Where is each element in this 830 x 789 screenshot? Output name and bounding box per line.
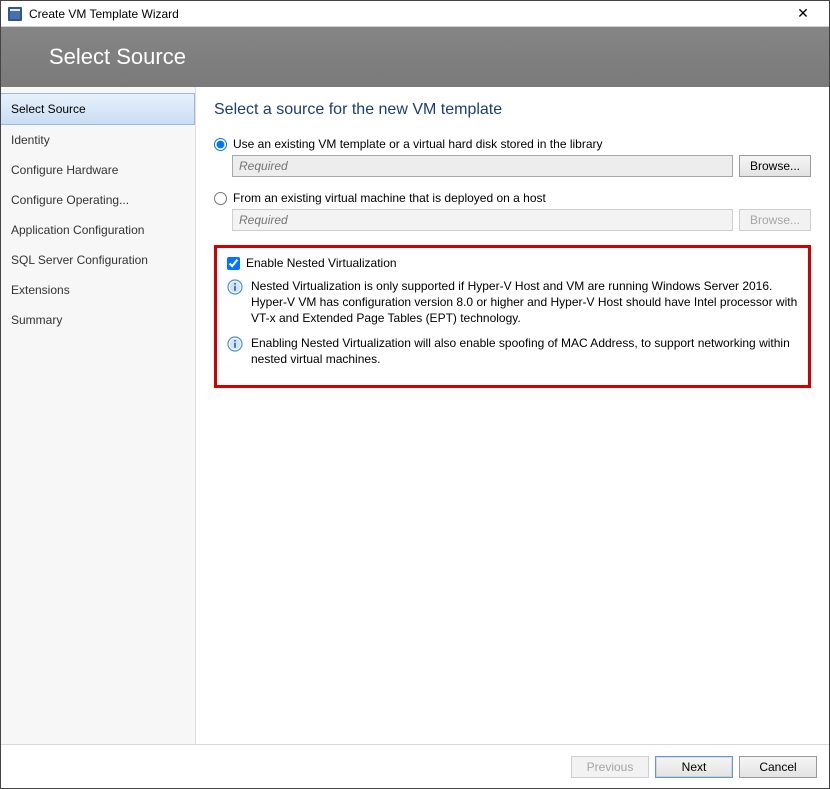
window-title: Create VM Template Wizard <box>29 7 783 21</box>
existing-template-field[interactable] <box>232 155 733 177</box>
sidebar-item-label: Extensions <box>11 283 70 297</box>
sidebar-item-application-configuration[interactable]: Application Configuration <box>1 215 195 245</box>
footer: Previous Next Cancel <box>1 744 829 788</box>
previous-button: Previous <box>571 756 649 778</box>
nested-info-2-text: Enabling Nested Virtualization will also… <box>251 335 798 367</box>
enable-nested-label: Enable Nested Virtualization <box>246 256 397 270</box>
titlebar: Create VM Template Wizard ✕ <box>1 1 829 27</box>
sidebar-item-label: Configure Hardware <box>11 163 118 177</box>
sidebar-item-configure-operating[interactable]: Configure Operating... <box>1 185 195 215</box>
radio-existing-vm[interactable] <box>214 192 227 205</box>
sidebar-item-configure-hardware[interactable]: Configure Hardware <box>1 155 195 185</box>
nested-virtualization-section: Enable Nested Virtualization Nested Virt… <box>214 245 811 388</box>
sidebar: Select Source Identity Configure Hardwar… <box>1 87 196 744</box>
next-button[interactable]: Next <box>655 756 733 778</box>
nested-info-1: Nested Virtualization is only supported … <box>227 278 798 327</box>
sidebar-item-label: Configure Operating... <box>11 193 129 207</box>
close-button[interactable]: ✕ <box>783 5 823 22</box>
sidebar-item-label: Select Source <box>11 102 86 116</box>
browse-vm-button: Browse... <box>739 209 811 231</box>
info-icon <box>227 336 243 352</box>
browse-existing-button[interactable]: Browse... <box>739 155 811 177</box>
option-existing-vm[interactable]: From an existing virtual machine that is… <box>214 191 811 205</box>
sidebar-item-label: Summary <box>11 313 62 327</box>
option-existing-template-label: Use an existing VM template or a virtual… <box>233 137 603 151</box>
cancel-button[interactable]: Cancel <box>739 756 817 778</box>
option-existing-template[interactable]: Use an existing VM template or a virtual… <box>214 137 811 151</box>
banner-title: Select Source <box>49 44 186 70</box>
banner: Select Source <box>1 27 829 87</box>
sidebar-item-label: Application Configuration <box>11 223 144 237</box>
radio-existing-template[interactable] <box>214 138 227 151</box>
info-icon <box>227 279 243 295</box>
sidebar-item-summary[interactable]: Summary <box>1 305 195 335</box>
nested-info-2: Enabling Nested Virtualization will also… <box>227 335 798 367</box>
page-heading: Select a source for the new VM template <box>214 101 811 119</box>
sidebar-item-sql-server-configuration[interactable]: SQL Server Configuration <box>1 245 195 275</box>
sidebar-item-identity[interactable]: Identity <box>1 125 195 155</box>
sidebar-item-extensions[interactable]: Extensions <box>1 275 195 305</box>
option-existing-vm-label: From an existing virtual machine that is… <box>233 191 546 205</box>
existing-vm-field <box>232 209 733 231</box>
enable-nested-row[interactable]: Enable Nested Virtualization <box>227 256 798 270</box>
sidebar-item-label: Identity <box>11 133 50 147</box>
nested-info-1-text: Nested Virtualization is only supported … <box>251 278 798 327</box>
sidebar-item-select-source[interactable]: Select Source <box>1 93 195 125</box>
sidebar-item-label: SQL Server Configuration <box>11 253 148 267</box>
app-icon <box>7 6 23 22</box>
content: Select a source for the new VM template … <box>196 87 829 744</box>
enable-nested-checkbox[interactable] <box>227 257 240 270</box>
